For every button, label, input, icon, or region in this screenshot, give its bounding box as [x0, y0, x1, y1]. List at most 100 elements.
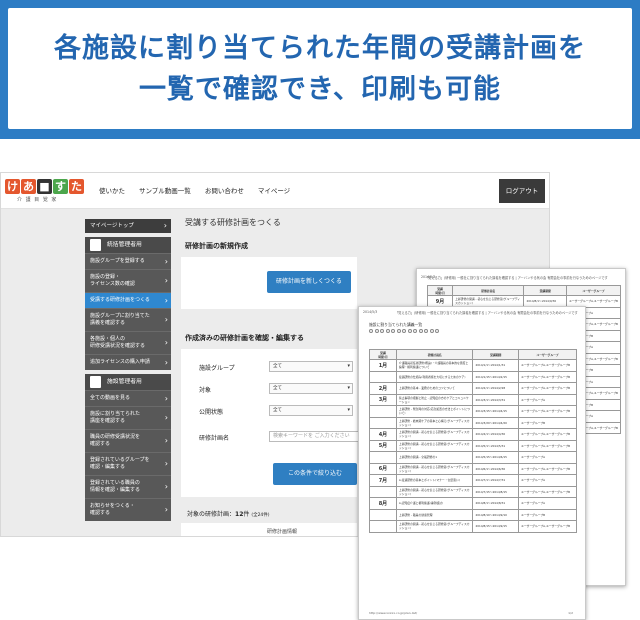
filter-label-group: 施設グループ — [199, 365, 235, 372]
table-cell-month — [369, 485, 397, 498]
doc-front-footer-url: http://www.xxxxx.co.jp/plan-list/ — [369, 611, 418, 615]
table-cell-month — [369, 416, 397, 429]
logout-button[interactable]: ログアウト — [499, 179, 545, 203]
sidebar-item[interactable]: 各施設・個人の 研修受講状況を確認する — [85, 331, 171, 354]
status-select[interactable]: 全て — [269, 405, 353, 416]
table-cell-name: 上昇研修 - 終末期ケアの基本と心構え(グループディスカッション) — [395, 416, 474, 429]
table-cell-group: ユーザーグループA — [518, 474, 577, 487]
table-row: 接遇研修の仕組み(利用者様を大切にするためのケア) 2014/1/15～2014/… — [369, 370, 577, 383]
sidebar-item[interactable]: お知らせをつくる・ 確認する — [85, 498, 171, 521]
sidebar-section-facility: 施設管理者用 — [85, 374, 171, 390]
stamp-circle — [380, 329, 384, 333]
sidebar: マイページトップ 統括管理者用 施設グループを登録する施設の登録・ ライセンス数… — [85, 219, 171, 536]
mypage-top-button[interactable]: マイページトップ — [85, 219, 171, 233]
table-cell-period: 2014/7/15～2014/8/15 — [472, 485, 520, 498]
sidebar-item[interactable]: 施設グループを登録する — [85, 253, 171, 269]
printed-page-front: 2014/5/3 「覚える力」(研修用) 一般社に割り当てられた講義を確認する … — [358, 306, 586, 620]
table-cell-month: 6月 — [369, 462, 397, 475]
table-row: 上昇研修の開講 - 全般研修の1 2014/5/15～2014/6/15 ユーザーグ… — [369, 451, 577, 464]
logo-char: あ — [21, 179, 36, 194]
home-icon — [90, 376, 101, 388]
table-cell-name: 禁止事項の把握と防止 - 認知症の方のケアとコミュニケーション — [395, 393, 474, 406]
result-count-label: 対象の研修計画： — [187, 511, 236, 518]
table-cell-period: 2014/1/15～2014/2/15 — [472, 370, 520, 383]
banner-line-1: 各施設に割り当てられた年間の受講計画を — [54, 32, 586, 64]
sidebar-item[interactable]: 施設グループに割り当てた 講義を確認する — [85, 308, 171, 331]
table-cell-month: 5月 — [369, 439, 397, 452]
sidebar-item[interactable]: 追加ライセンスの購入申請 — [85, 354, 171, 370]
plan-name-label: 研修計画名 — [199, 435, 230, 442]
sidebar-item[interactable]: 施設に割り当てられた 講座を確認する — [85, 406, 171, 429]
sidebar-item[interactable]: 登録されている職員の 情報を確認・編集する — [85, 475, 171, 498]
table-cell-group: ユーザーグループA,ユーザーグループB — [518, 382, 577, 395]
confirm-plan-heading: 作成済みの研修計画を確認・編集する — [185, 334, 304, 342]
stamp-circle — [413, 329, 417, 333]
site-logo[interactable]: けあ ■ すた 介 護 目 覚 家 — [5, 179, 85, 205]
nav-item-0[interactable]: 使いかた — [99, 185, 125, 195]
table-cell-period: 2014/6/1～2014/6/30 — [472, 462, 520, 475]
table-cell-group: ユーザーグループA,ユーザーグループB — [518, 359, 577, 372]
sidebar-item[interactable]: 職員の研修受講状況を 確認する — [85, 429, 171, 452]
nav-item-3[interactable]: マイページ — [258, 185, 290, 195]
logo-char: ■ — [37, 179, 52, 194]
table-cell-name: 上昇研修の開講 - 初心を信じる研修第(グループディスカッション) — [395, 428, 474, 441]
sidebar-item[interactable]: 受講する研修計画をつくる — [85, 292, 171, 308]
table-cell-month — [369, 370, 397, 383]
table-row: 上昇研修 - 職員の健康管理 2014/8/10～2014/9/10 ユーザーグルー… — [369, 508, 577, 521]
table-row: 7月 A.接遇研修の基本とポイント(マナー・言葉遣い) 2014/7/1～2014/… — [369, 474, 577, 487]
table-cell-name: 上昇研修の開講 - 初心を信じる研修第(グループディスカッション) — [395, 439, 474, 452]
table-cell-group: ユーザーグループA,ユーザーグループB — [518, 439, 577, 452]
table-cell-name: 上昇研修の開講 - 初心を信じる研修第(グループディスカッション) — [395, 485, 474, 498]
doc-back-date: 2014/5/3 — [421, 275, 436, 279]
result-count: 対象の研修計画：12件 (全24件) — [187, 509, 270, 518]
table-header-cell: ユーザーグループ — [565, 285, 622, 296]
table-cell-period: 2014/5/1～2014/5/31 — [472, 439, 520, 452]
create-plan-button[interactable]: 研修計画を新しくつくる — [267, 271, 351, 293]
stamp-circle — [407, 329, 412, 333]
logo-char: す — [53, 179, 68, 194]
doc-front-date: 2014/5/3 — [363, 310, 378, 314]
doc-front-stamp-circles — [369, 329, 439, 333]
sidebar-item[interactable]: 登録されているグループを 確認・編集する — [85, 452, 171, 475]
facility-group-select[interactable]: 全て — [269, 361, 353, 372]
table-cell-group: ユーザーグループA — [518, 497, 577, 510]
table-cell-month — [369, 520, 397, 533]
table-row: 8月 A.認知症介護と権利擁護(事例検討) 2014/8/1～2014/8/31 ユー… — [369, 497, 577, 510]
result-table: 研修計画情報 — [181, 523, 357, 536]
plan-name-input[interactable]: 検索キーワードを ご入力ください — [269, 431, 364, 442]
table-cell-group: ユーザーグループA,ユーザーグループB — [518, 370, 577, 383]
sidebar-item[interactable]: 施設の登録・ ライセンス数の確認 — [85, 269, 171, 292]
result-total: (全24件) — [251, 513, 270, 518]
sidebar-section-title: 施設管理者用 — [107, 379, 142, 385]
table-cell-name: 上昇研修の開講 - 初心を信じる研修第(グループディスカッション) — [395, 520, 474, 533]
table-cell-period: 2014/8/15～2014/9/15 — [472, 520, 520, 533]
logo-subtitle: 介 護 目 覚 家 — [17, 197, 58, 203]
nav-item-1[interactable]: サンプル動画一覧 — [139, 185, 191, 195]
target-select[interactable]: 全て — [269, 383, 353, 394]
filter-submit-button[interactable]: この条件で絞り込む — [273, 463, 357, 485]
table-cell-name: 上昇研修 - 職員の健康管理 — [395, 508, 474, 521]
nav-item-2[interactable]: お問い合わせ — [205, 185, 244, 195]
sidebar-item[interactable]: 全ての動画を見る — [85, 390, 171, 406]
doc-back-header: 「覚える力」(研修用) 一般社に割り当てられた講義を確認する | アーバンやる気… — [425, 276, 608, 280]
table-row: 3月 禁止事項の把握と防止 - 認知症の方のケアとコミュニケーション 2014/3/… — [369, 393, 577, 406]
global-nav: 使いかた サンプル動画一覧 お問い合わせ マイページ — [99, 185, 290, 195]
table-header-cell: 受講 時間/月 — [426, 285, 454, 296]
doc-front-page: 1/2 — [568, 611, 573, 615]
table-row: 6月 上昇研修の開講 - 初心を信じる研修第(グループディスカッション) 2014/… — [369, 462, 577, 475]
top-bar: けあ ■ すた 介 護 目 覚 家 使いかた サンプル動画一覧 お問い合わせ マイページ … — [1, 173, 549, 209]
table-cell-period: 2014/8/10～2014/9/10 — [472, 508, 520, 521]
sidebar-section-admin: 統括管理者用 — [85, 237, 171, 253]
table-cell-period: 2014/7/1～2014/7/31 — [472, 474, 520, 487]
table-cell-period: 2014/3/20～2014/4/20 — [472, 416, 520, 429]
table-row: 1月 介護職員初任者研修(概論)・介護職員の基本的な態度と倫理・権利擁護について 2… — [369, 359, 577, 372]
table-cell-group: ユーザーグループA — [518, 393, 577, 406]
doc-front-table: 受講 時間/月 研修計画名 受講期間 ユーザーグループ 1月 介護職員初任者研修(概論)・… — [369, 349, 577, 533]
stamp-circle — [385, 329, 390, 333]
table-cell-period: 2014/5/15～2014/6/15 — [472, 451, 520, 464]
table-cell-month: 2月 — [369, 382, 397, 395]
table-header-cell: 研修計画名 — [395, 349, 474, 360]
table-header-row: 受講 時間/月 研修計画名 受講期間 ユーザーグループ — [369, 349, 577, 360]
table-cell-name: 上昇研修の開講 - 初心を信じる研修第(グループディスカッション) — [395, 462, 474, 475]
table-header-cell: 受講期間 — [472, 349, 520, 360]
